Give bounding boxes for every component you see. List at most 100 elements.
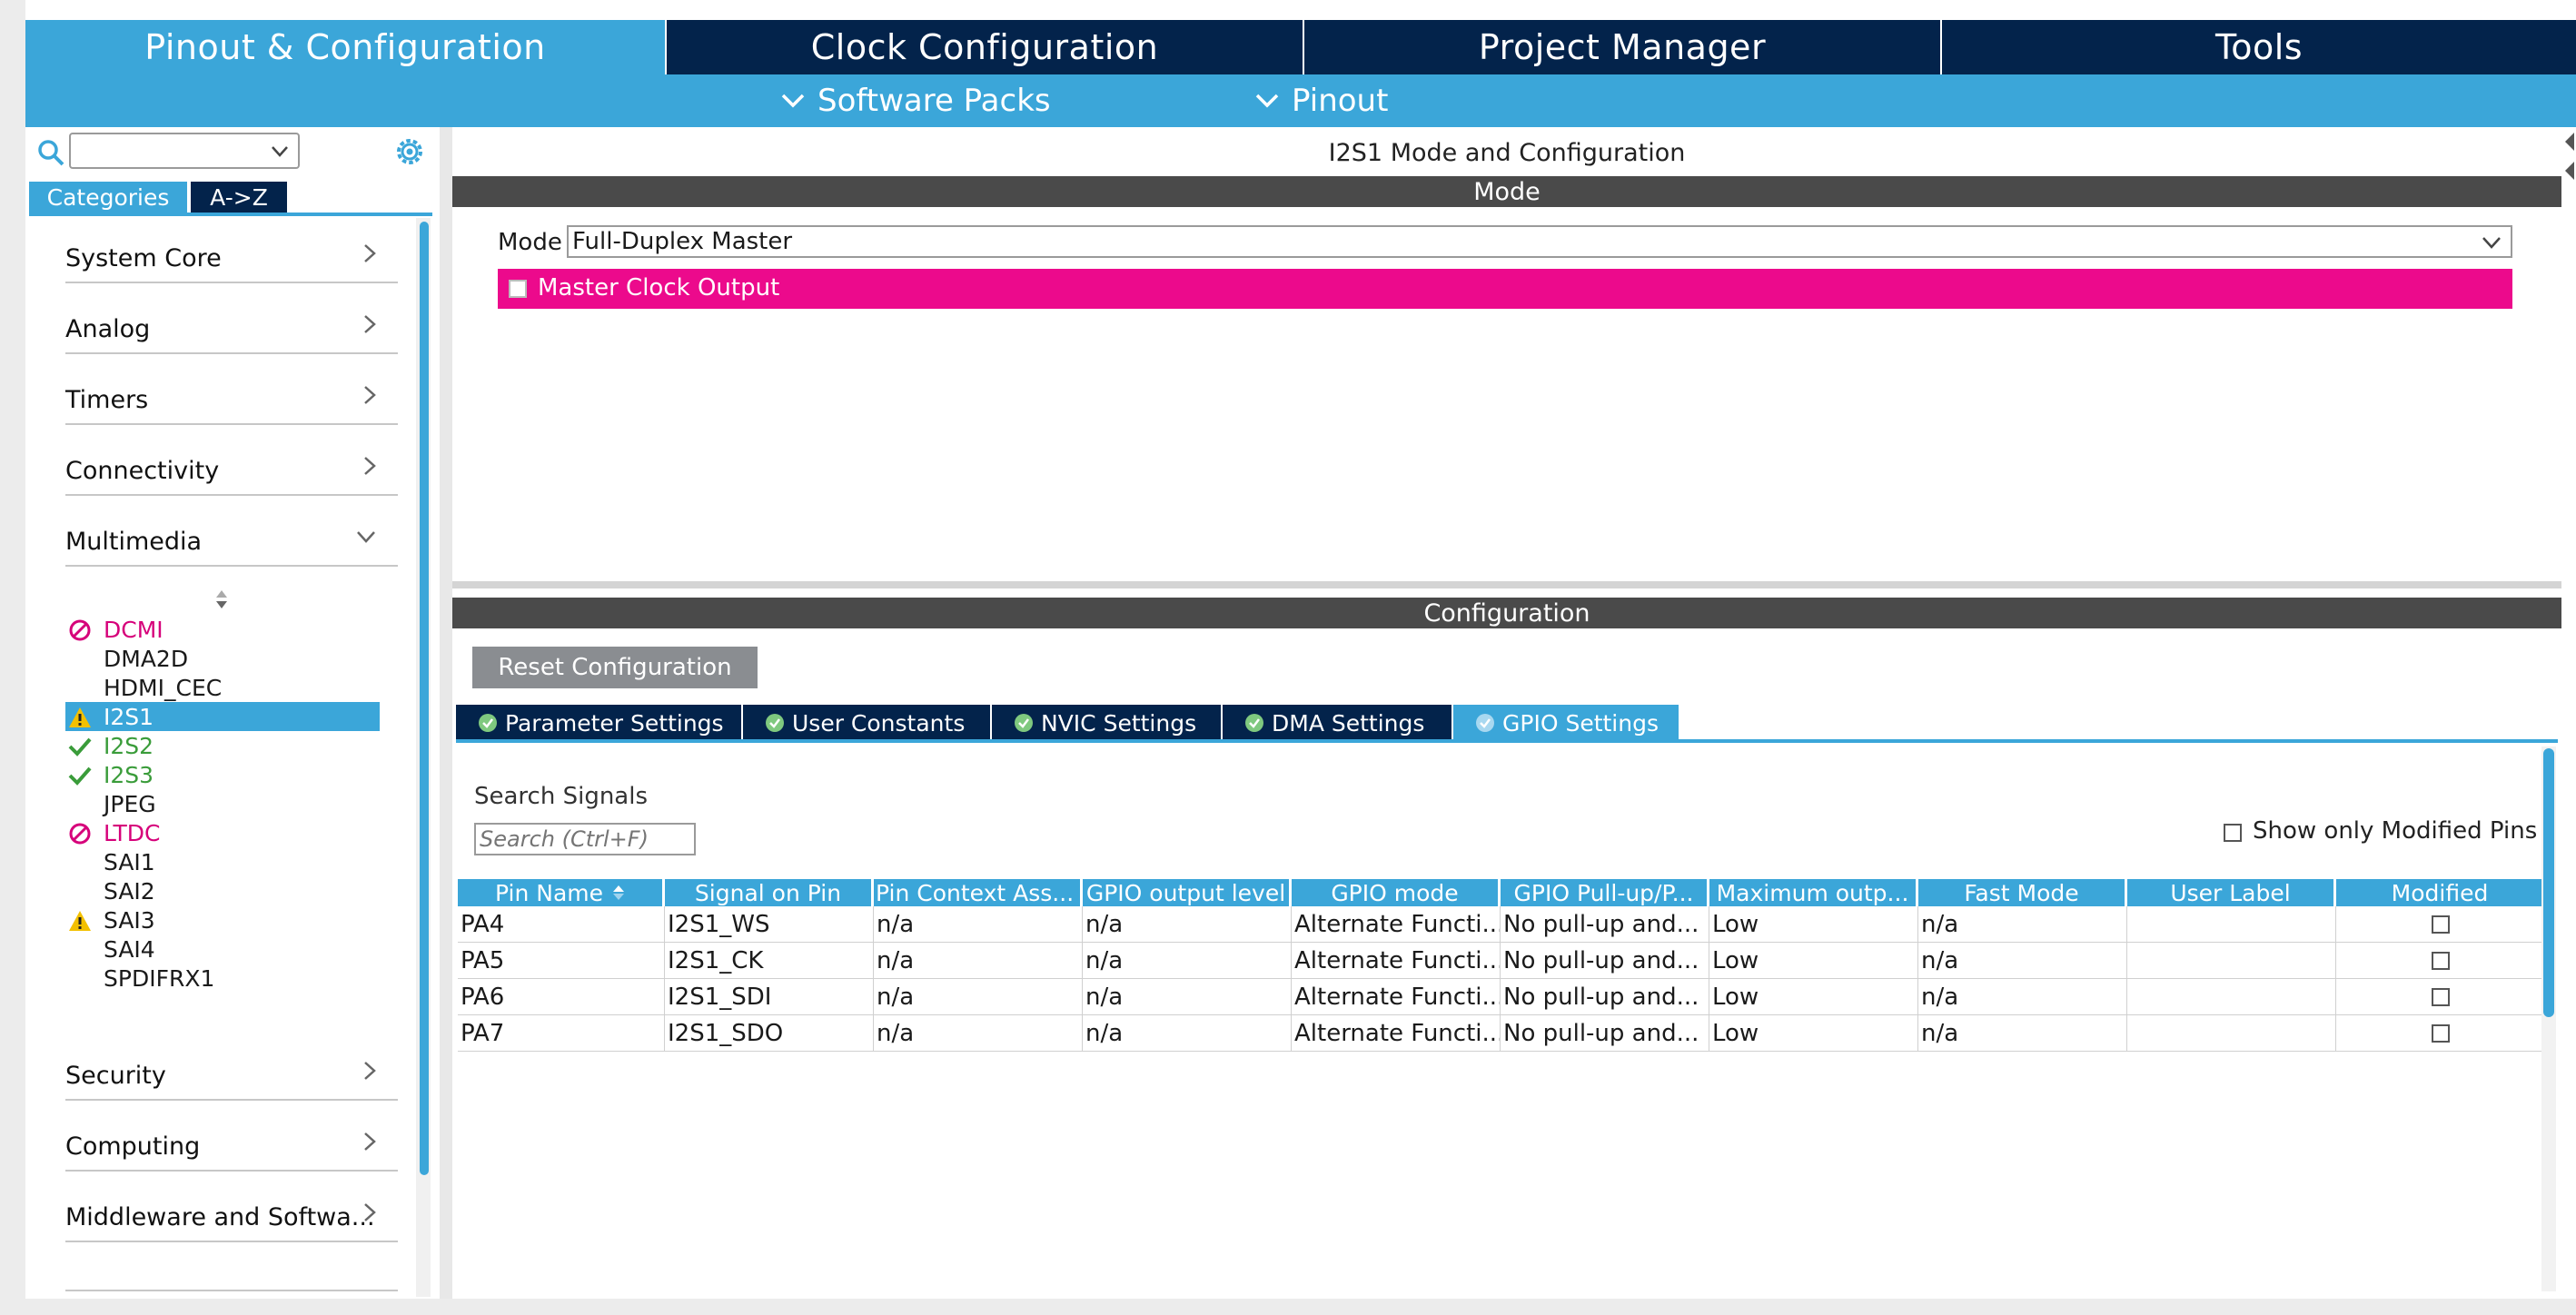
peripheral-dma2d[interactable]: DMA2D xyxy=(65,644,380,673)
config-scrollbar-thumb[interactable] xyxy=(2543,748,2554,1017)
gear-icon[interactable] xyxy=(392,134,427,169)
sort-icon xyxy=(613,885,625,900)
sort-arrows-icon[interactable] xyxy=(214,588,229,610)
gpio-mode-cell: Alternate Functi... xyxy=(1292,906,1501,943)
mode-section-header: Mode xyxy=(452,176,2561,207)
search-signals-input[interactable] xyxy=(474,823,696,855)
peripheral-jpeg[interactable]: JPEG xyxy=(65,789,380,818)
show-modified-checkbox[interactable] xyxy=(2224,824,2242,842)
tab-dma-settings[interactable]: DMA Settings xyxy=(1223,705,1451,741)
tab-label: NVIC Settings xyxy=(1041,709,1197,737)
tab-pinout-configuration[interactable]: Pinout & Configuration xyxy=(25,20,665,74)
tab-gpio-settings[interactable]: GPIO Settings xyxy=(1453,705,1679,741)
chevron-right-icon xyxy=(364,386,376,404)
category-multimedia[interactable]: Multimedia xyxy=(65,498,398,567)
mode-select[interactable]: Full-Duplex Master xyxy=(567,225,2512,258)
peripheral-i2s1[interactable]: I2S1 xyxy=(65,702,380,731)
tab-nvic-settings[interactable]: NVIC Settings xyxy=(992,705,1221,741)
tab-user-constants[interactable]: User Constants xyxy=(743,705,990,741)
user-label-cell[interactable] xyxy=(2127,906,2336,943)
col-header-gpio-output-level[interactable]: GPIO output level xyxy=(1083,879,1292,906)
col-header-gpio-mode[interactable]: GPIO mode xyxy=(1292,879,1501,906)
pin-name-cell: PA6 xyxy=(458,979,665,1015)
check-icon xyxy=(68,766,92,786)
category-label: Computing xyxy=(65,1132,201,1161)
peripheral-sai3[interactable]: SAI3 xyxy=(65,905,380,934)
pin-context-cell: n/a xyxy=(874,943,1083,979)
tab-a-z[interactable]: A->Z xyxy=(191,182,287,213)
signal-cell: I2S1_SDI xyxy=(665,979,874,1015)
tab-project-manager[interactable]: Project Manager xyxy=(1304,20,1940,74)
category-label: Timers xyxy=(65,386,149,414)
peripheral-ltdc[interactable]: LTDC xyxy=(65,818,380,847)
modified-checkbox[interactable] xyxy=(2432,987,2450,1006)
peripheral-label: HDMI_CEC xyxy=(104,674,223,701)
peripheral-label: DMA2D xyxy=(104,645,189,672)
peripheral-sai1[interactable]: SAI1 xyxy=(65,847,380,876)
peripheral-sai2[interactable]: SAI2 xyxy=(65,876,380,905)
pinout-label: Pinout xyxy=(1292,83,1389,119)
user-label-cell[interactable] xyxy=(2127,1015,2336,1052)
pin-context-cell: n/a xyxy=(874,979,1083,1015)
check-circle-icon xyxy=(1015,714,1033,732)
peripheral-label: SAI4 xyxy=(104,935,155,963)
peripheral-i2s2[interactable]: I2S2 xyxy=(65,731,380,760)
peripheral-label: SAI3 xyxy=(104,906,155,934)
col-header-modified[interactable]: Modified xyxy=(2336,879,2543,906)
tab-clock-configuration[interactable]: Clock Configuration xyxy=(667,20,1303,74)
category-connectivity[interactable]: Connectivity xyxy=(65,427,398,496)
col-header-user-label[interactable]: User Label xyxy=(2127,879,2336,906)
search-combo[interactable] xyxy=(69,133,300,169)
category-analog[interactable]: Analog xyxy=(65,285,398,354)
tab-categories[interactable]: Categories xyxy=(29,182,187,213)
peripheral-dcmi[interactable]: DCMI xyxy=(65,615,380,644)
pin-context-cell: n/a xyxy=(874,906,1083,943)
col-header-gpio-pull[interactable]: GPIO Pull-up/P... xyxy=(1501,879,1709,906)
col-header-pin-context[interactable]: Pin Context Ass... xyxy=(874,879,1083,906)
modified-checkbox[interactable] xyxy=(2432,1023,2450,1043)
software-packs-menu[interactable]: Software Packs xyxy=(781,74,1051,127)
category-computing[interactable]: Computing xyxy=(65,1102,398,1172)
master-clock-checkbox[interactable] xyxy=(509,280,527,298)
disabled-icon xyxy=(69,823,91,845)
master-clock-output-row[interactable]: Master Clock Output xyxy=(498,269,2512,309)
col-header-signal-on-pin[interactable]: Signal on Pin xyxy=(665,879,874,906)
show-modified-label: Show only Modified Pins xyxy=(2253,817,2538,845)
peripheral-sai4[interactable]: SAI4 xyxy=(65,934,380,964)
pin-name-cell: PA5 xyxy=(458,943,665,979)
sidebar-scrollbar-thumb[interactable] xyxy=(420,222,429,1175)
search-icon[interactable] xyxy=(36,138,65,167)
collapse-panel-icon[interactable] xyxy=(2561,129,2576,183)
modified-checkbox[interactable] xyxy=(2432,915,2450,934)
col-header-pin-name[interactable]: Pin Name xyxy=(458,879,665,906)
category-middleware[interactable]: Middleware and Softwa... xyxy=(65,1173,398,1242)
tab-tools[interactable]: Tools xyxy=(1942,20,2576,74)
category-security[interactable]: Security xyxy=(65,1032,398,1101)
col-header-fast-mode[interactable]: Fast Mode xyxy=(1918,879,2127,906)
sub-menu-bar: Software Packs Pinout xyxy=(25,74,2576,127)
fast-mode-cell: n/a xyxy=(1918,979,2127,1015)
chevron-right-icon xyxy=(364,315,376,333)
user-label-cell[interactable] xyxy=(2127,943,2336,979)
peripheral-spdifrx1[interactable]: SPDIFRX1 xyxy=(65,964,380,993)
pin-context-cell: n/a xyxy=(874,1015,1083,1052)
col-header-max-output-speed[interactable]: Maximum outp... xyxy=(1709,879,1918,906)
tab-parameter-settings[interactable]: Parameter Settings xyxy=(456,705,741,741)
category-divider xyxy=(65,1290,398,1291)
gpio-output-level-cell: n/a xyxy=(1083,1015,1292,1052)
reset-configuration-button[interactable]: Reset Configuration xyxy=(472,647,758,688)
category-timers[interactable]: Timers xyxy=(65,356,398,425)
peripheral-i2s3[interactable]: I2S3 xyxy=(65,760,380,789)
panel-title: I2S1 Mode and Configuration xyxy=(1328,138,1686,167)
modified-cell xyxy=(2336,979,2543,1015)
modified-checkbox[interactable] xyxy=(2432,951,2450,970)
check-circle-icon xyxy=(1245,714,1263,732)
pinout-menu[interactable]: Pinout xyxy=(1255,74,1388,127)
chevron-right-icon xyxy=(364,1132,376,1151)
category-label: Connectivity xyxy=(65,457,220,485)
chevron-down-icon xyxy=(1255,94,1279,108)
panel-splitter[interactable] xyxy=(440,127,452,1299)
category-system-core[interactable]: System Core xyxy=(65,214,398,283)
user-label-cell[interactable] xyxy=(2127,979,2336,1015)
peripheral-hdmi-cec[interactable]: HDMI_CEC xyxy=(65,673,380,702)
